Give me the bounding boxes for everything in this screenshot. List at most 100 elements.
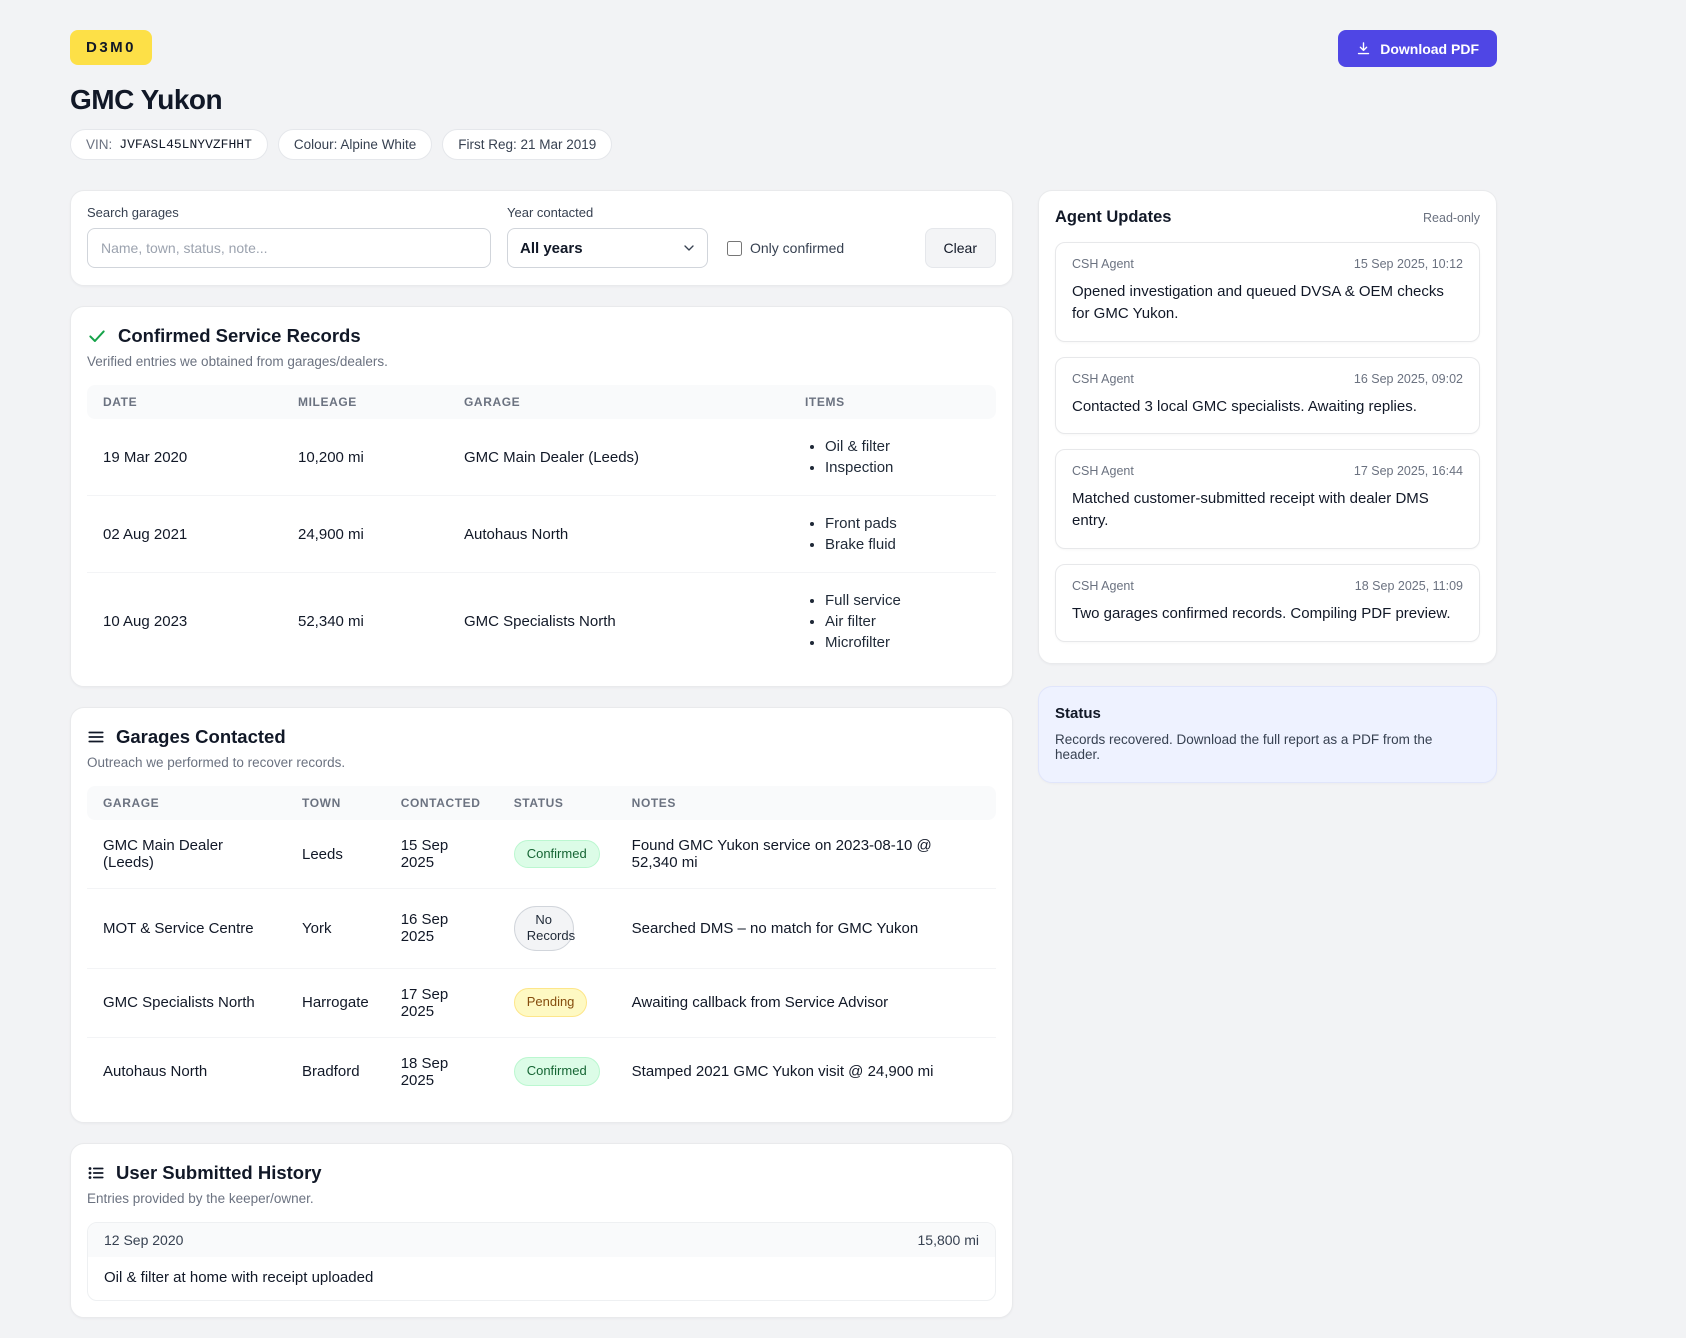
mileage-cell: 52,340 mi bbox=[282, 573, 448, 671]
confirmed-records-table: Date Mileage Garage Items 19 Mar 2020 10… bbox=[87, 385, 996, 670]
download-icon bbox=[1356, 41, 1371, 56]
year-contacted-label: Year contacted bbox=[507, 205, 708, 220]
page-container: D3M0 Download PDF GMC Yukon VIN: JVFASL4… bbox=[70, 0, 1497, 1338]
col-mileage: Mileage bbox=[282, 385, 448, 419]
notes-cell: Awaiting callback from Service Advisor bbox=[616, 968, 996, 1037]
user-history-section: User Submitted History Entries provided … bbox=[70, 1143, 1013, 1318]
vin-value: JVFASL45LNYVZFHHT bbox=[119, 137, 252, 152]
only-confirmed-label: Only confirmed bbox=[750, 240, 844, 256]
table-row: 19 Mar 2020 10,200 mi GMC Main Dealer (L… bbox=[87, 419, 996, 496]
garages-contacted-table: Garage Town Contacted Status Notes GMC M… bbox=[87, 786, 996, 1106]
town-cell: Harrogate bbox=[286, 968, 385, 1037]
confirmed-records-section: Confirmed Service Records Verified entri… bbox=[70, 306, 1013, 687]
status-badge: Confirmed bbox=[514, 840, 600, 868]
search-garages-input[interactable] bbox=[87, 228, 491, 268]
status-panel-title: Status bbox=[1055, 705, 1480, 722]
sidebar: Agent Updates Read-only CSH Agent 15 Sep… bbox=[1038, 190, 1497, 783]
user-history-subtitle: Entries provided by the keeper/owner. bbox=[87, 1191, 996, 1206]
garages-contacted-title: Garages Contacted bbox=[116, 726, 286, 748]
status-panel: Status Records recovered. Download the f… bbox=[1038, 686, 1497, 783]
main-column: Search garages Year contacted All years bbox=[70, 190, 1013, 1338]
status-badge: No Records bbox=[514, 906, 574, 951]
search-field: Search garages bbox=[87, 205, 491, 268]
town-cell: Leeds bbox=[286, 820, 385, 889]
mileage-cell: 24,900 mi bbox=[282, 496, 448, 573]
notes-cell: Stamped 2021 GMC Yukon visit @ 24,900 mi bbox=[616, 1037, 996, 1106]
vin-pill: VIN: JVFASL45LNYVZFHHT bbox=[70, 129, 268, 160]
col-contacted: Contacted bbox=[385, 786, 498, 820]
user-history-title-row: User Submitted History bbox=[87, 1162, 996, 1184]
col-garage: Garage bbox=[87, 786, 286, 820]
item: Microfilter bbox=[825, 632, 980, 653]
garage-cell: GMC Main Dealer (Leeds) bbox=[87, 820, 286, 889]
vin-label: VIN: bbox=[86, 137, 112, 152]
item: Front pads bbox=[825, 513, 980, 534]
confirmed-records-subtitle: Verified entries we obtained from garage… bbox=[87, 354, 996, 369]
download-pdf-label: Download PDF bbox=[1380, 41, 1479, 57]
readonly-label: Read-only bbox=[1423, 211, 1480, 225]
notes-cell: Found GMC Yukon service on 2023-08-10 @ … bbox=[616, 820, 996, 889]
status-cell: No Records bbox=[498, 889, 616, 969]
update-meta: CSH Agent 18 Sep 2025, 11:09 bbox=[1072, 579, 1463, 593]
update-timestamp: 15 Sep 2025, 10:12 bbox=[1354, 257, 1463, 271]
item: Oil & filter bbox=[825, 436, 980, 457]
agent-update-item: CSH Agent 18 Sep 2025, 11:09 Two garages… bbox=[1055, 564, 1480, 642]
only-confirmed-row: Only confirmed bbox=[727, 228, 844, 268]
history-note: Oil & filter at home with receipt upload… bbox=[88, 1257, 995, 1300]
item: Full service bbox=[825, 590, 980, 611]
download-pdf-button[interactable]: Download PDF bbox=[1338, 30, 1497, 67]
agent-updates-title: Agent Updates bbox=[1055, 208, 1171, 227]
col-items: Items bbox=[789, 385, 996, 419]
status-badge: Confirmed bbox=[514, 1057, 600, 1085]
confirmed-records-title: Confirmed Service Records bbox=[118, 325, 361, 347]
demo-badge: D3M0 bbox=[70, 30, 152, 65]
item: Inspection bbox=[825, 457, 980, 478]
only-confirmed-checkbox[interactable] bbox=[727, 241, 742, 256]
history-entry-header: 12 Sep 2020 15,800 mi bbox=[88, 1223, 995, 1257]
col-garage: Garage bbox=[448, 385, 789, 419]
garage-cell: GMC Specialists North bbox=[448, 573, 789, 671]
items-cell: Oil & filter Inspection bbox=[789, 419, 996, 496]
year-contacted-select[interactable]: All years bbox=[507, 228, 708, 268]
garage-cell: GMC Main Dealer (Leeds) bbox=[448, 419, 789, 496]
status-cell: Confirmed bbox=[498, 1037, 616, 1106]
item: Air filter bbox=[825, 611, 980, 632]
date-cell: 02 Aug 2021 bbox=[87, 496, 282, 573]
agent-updates-panel: Agent Updates Read-only CSH Agent 15 Sep… bbox=[1038, 190, 1497, 664]
update-text: Contacted 3 local GMC specialists. Await… bbox=[1072, 396, 1463, 418]
garage-cell: GMC Specialists North bbox=[87, 968, 286, 1037]
table-row: 10 Aug 2023 52,340 mi GMC Specialists No… bbox=[87, 573, 996, 671]
table-row: GMC Specialists North Harrogate 17 Sep 2… bbox=[87, 968, 996, 1037]
status-cell: Pending bbox=[498, 968, 616, 1037]
check-icon bbox=[87, 326, 107, 346]
mileage-cell: 10,200 mi bbox=[282, 419, 448, 496]
page-title: GMC Yukon bbox=[70, 84, 1497, 116]
history-date: 12 Sep 2020 bbox=[104, 1232, 183, 1248]
vehicle-pills: VIN: JVFASL45LNYVZFHHT Colour: Alpine Wh… bbox=[70, 129, 1497, 160]
update-timestamp: 16 Sep 2025, 09:02 bbox=[1354, 372, 1463, 386]
item: Brake fluid bbox=[825, 534, 980, 555]
agent-updates-header: Agent Updates Read-only bbox=[1055, 208, 1480, 227]
status-cell: Confirmed bbox=[498, 820, 616, 889]
items-cell: Full service Air filter Microfilter bbox=[789, 573, 996, 671]
search-garages-label: Search garages bbox=[87, 205, 491, 220]
table-row: 02 Aug 2021 24,900 mi Autohaus North Fro… bbox=[87, 496, 996, 573]
col-status: Status bbox=[498, 786, 616, 820]
year-field: Year contacted All years bbox=[507, 205, 708, 268]
town-cell: York bbox=[286, 889, 385, 969]
garage-cell: Autohaus North bbox=[448, 496, 789, 573]
col-town: Town bbox=[286, 786, 385, 820]
update-timestamp: 18 Sep 2025, 11:09 bbox=[1355, 579, 1463, 593]
update-author: CSH Agent bbox=[1072, 257, 1134, 271]
garages-contacted-subtitle: Outreach we performed to recover records… bbox=[87, 755, 996, 770]
garages-contacted-title-row: Garages Contacted bbox=[87, 726, 996, 748]
agent-update-item: CSH Agent 15 Sep 2025, 10:12 Opened inve… bbox=[1055, 242, 1480, 342]
garages-contacted-section: Garages Contacted Outreach we performed … bbox=[70, 707, 1013, 1123]
list-icon bbox=[87, 1164, 105, 1182]
confirmed-records-title-row: Confirmed Service Records bbox=[87, 325, 996, 347]
date-cell: 19 Mar 2020 bbox=[87, 419, 282, 496]
filter-bar: Search garages Year contacted All years bbox=[70, 190, 1013, 286]
col-notes: Notes bbox=[616, 786, 996, 820]
clear-button[interactable]: Clear bbox=[925, 228, 996, 268]
garage-cell: MOT & Service Centre bbox=[87, 889, 286, 969]
